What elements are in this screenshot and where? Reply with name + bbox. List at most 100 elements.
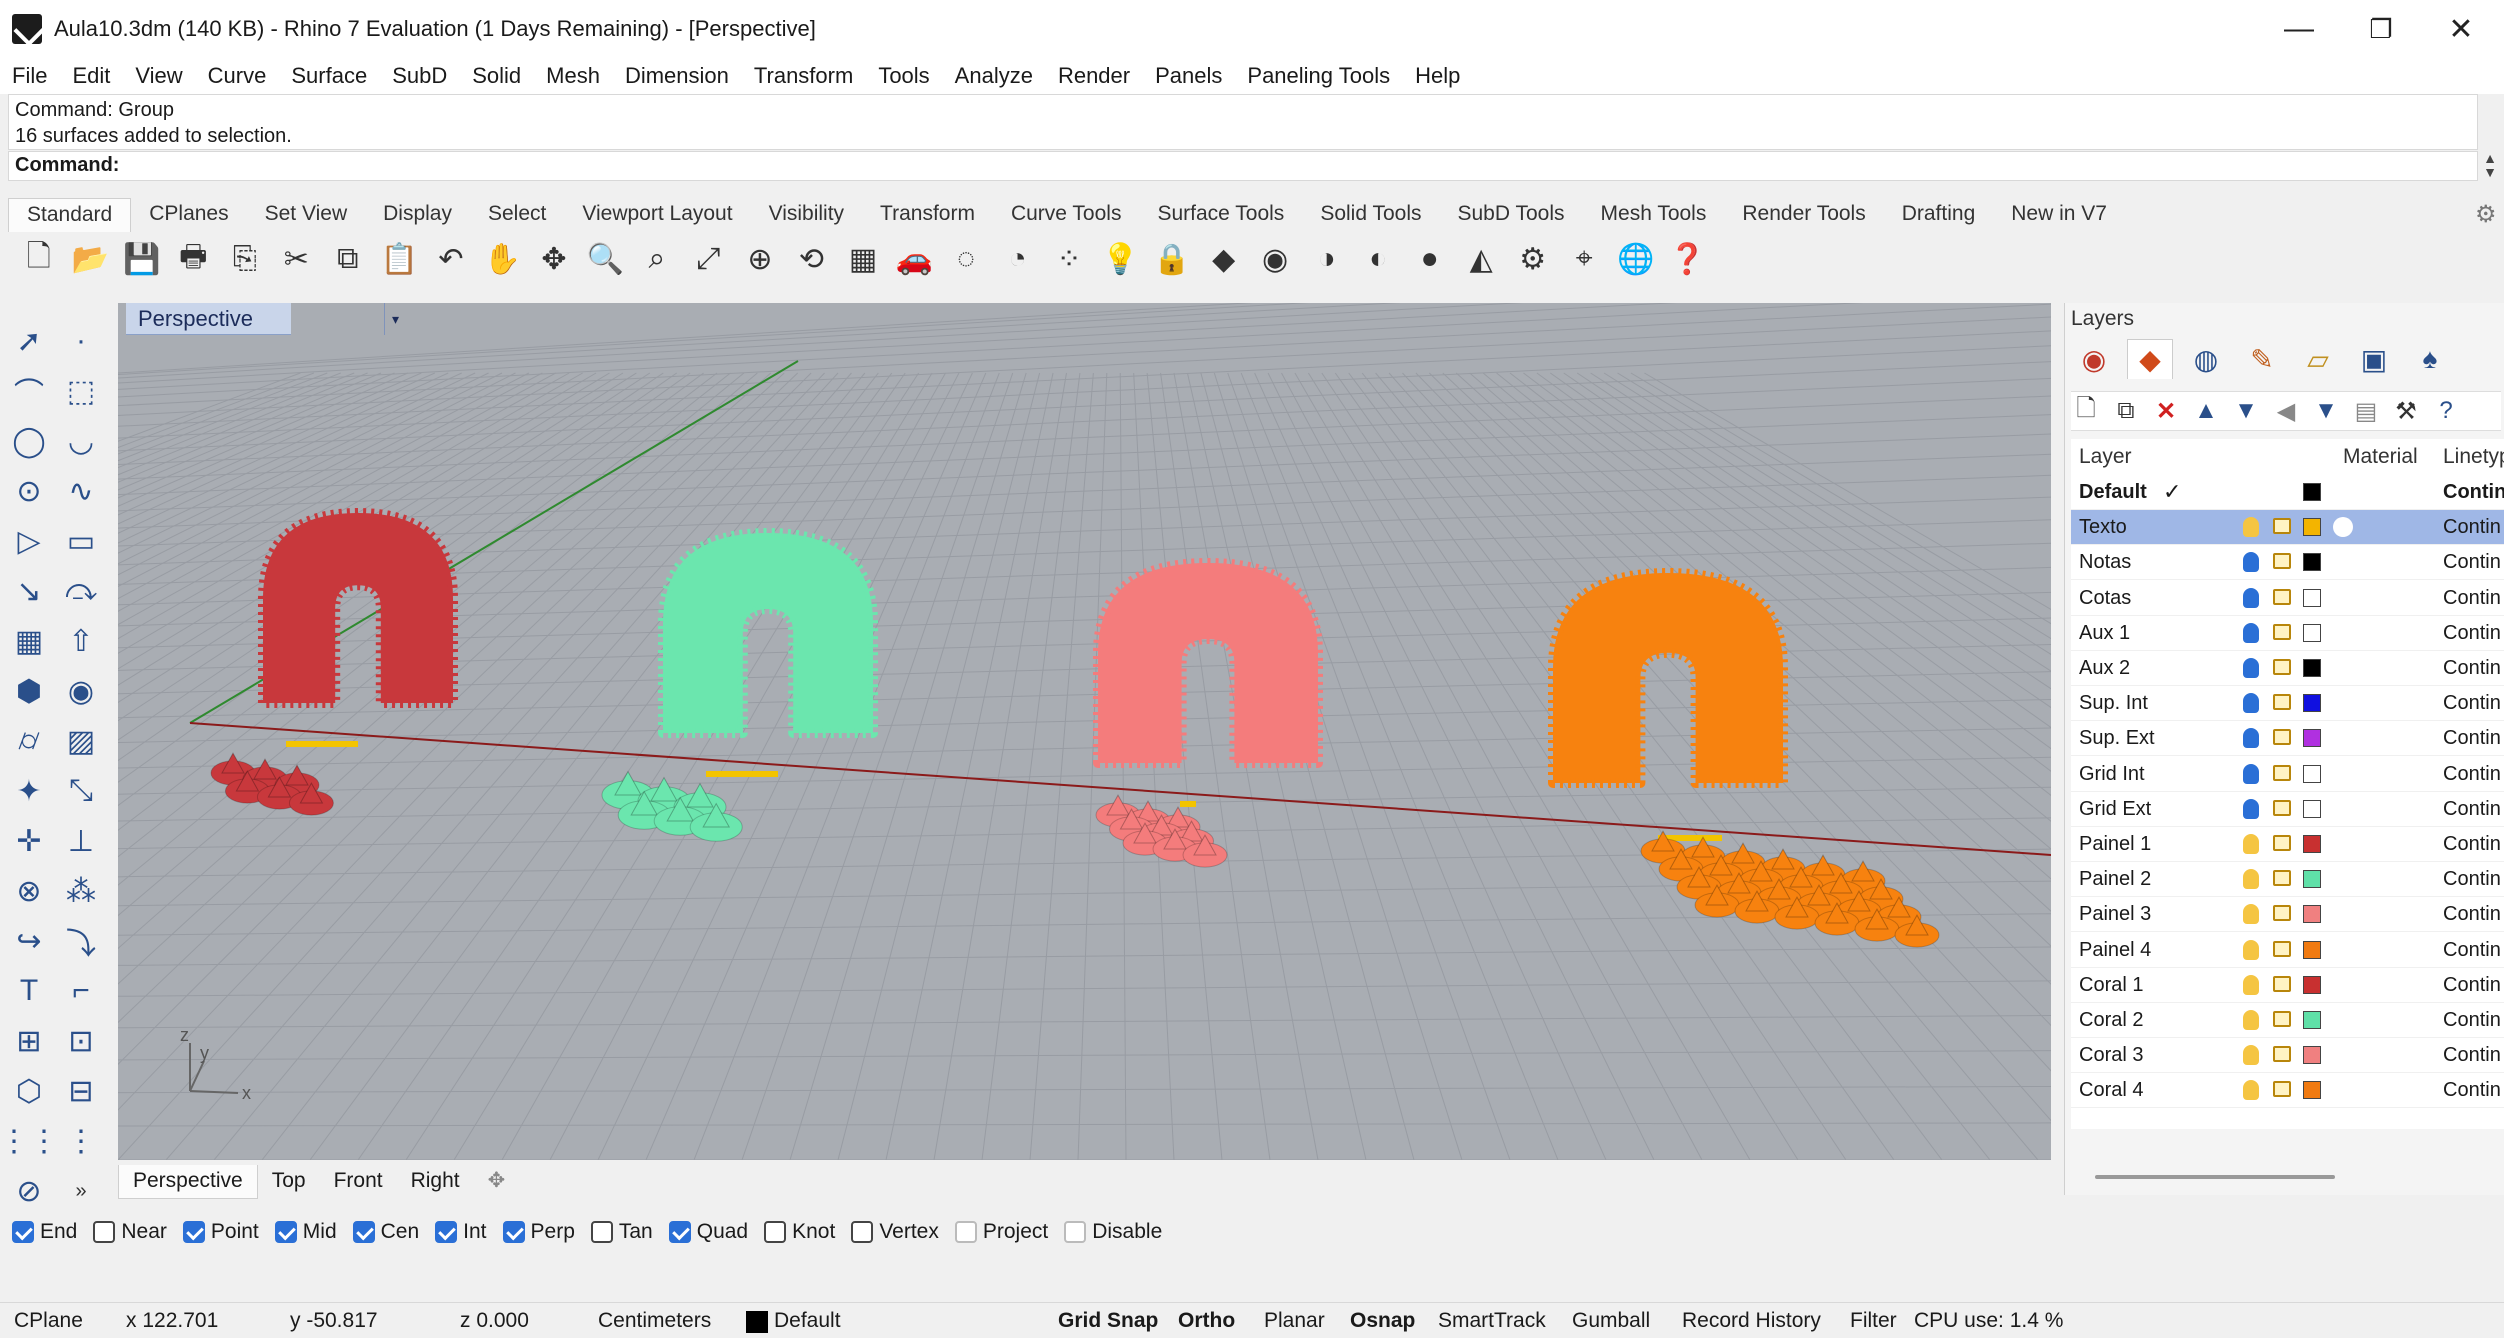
render-icon[interactable]: ⊟: [58, 1068, 104, 1114]
layer-row[interactable]: Painel 2 Contin: [2071, 862, 2504, 898]
ellipse-icon[interactable]: ⊙: [6, 468, 52, 514]
light-icon[interactable]: 💡: [1100, 238, 1142, 280]
lock-icon[interactable]: [2273, 905, 2291, 922]
osnap-checkbox[interactable]: [274, 1221, 297, 1243]
four-viewports-icon[interactable]: ▦: [842, 238, 884, 280]
tab-surface-tools[interactable]: Surface Tools: [1139, 198, 1302, 232]
osnap-mid[interactable]: Mid: [274, 1220, 337, 1244]
status-layer[interactable]: Default: [774, 1303, 841, 1338]
show-icon[interactable]: ◔: [997, 238, 1039, 280]
menu-item-tools[interactable]: Tools: [878, 63, 929, 89]
visibility-bulb-icon[interactable]: [2243, 552, 2259, 573]
layer-row[interactable]: Coral 3 Contin: [2071, 1038, 2504, 1074]
gear-icon[interactable]: ⚙: [2475, 200, 2497, 229]
layer-color-swatch[interactable]: [2303, 1011, 2321, 1029]
dimension-icon[interactable]: ⌖: [1563, 238, 1605, 280]
open-file-icon[interactable]: 📂: [70, 238, 112, 280]
viewport-tab-perspective[interactable]: Perspective: [118, 1165, 258, 1199]
add-viewport-icon[interactable]: ✥: [474, 1165, 520, 1199]
visibility-bulb-icon[interactable]: [2243, 1080, 2259, 1101]
layer-color-swatch[interactable]: [2303, 940, 2321, 959]
command-input[interactable]: Command:: [8, 151, 2478, 181]
zoom-extents-icon[interactable]: ⤢: [688, 238, 730, 280]
layer-linetype[interactable]: Contin: [2443, 545, 2501, 579]
new-sublayer-icon[interactable]: ⧉: [2111, 394, 2141, 428]
osnap-point[interactable]: Point: [182, 1220, 259, 1244]
layer-row[interactable]: Coral 4 Contin: [2071, 1073, 2504, 1109]
lock-icon[interactable]: [2273, 940, 2291, 957]
extrude-icon[interactable]: ⇧: [58, 618, 104, 664]
move-view-icon[interactable]: ✥: [533, 238, 575, 280]
layer-linetype[interactable]: Contin: [2443, 616, 2501, 650]
layer-color-swatch[interactable]: [2303, 764, 2321, 783]
osnap-end[interactable]: End: [12, 1220, 77, 1244]
perspective-viewport[interactable]: zy x Perspective ▾: [118, 303, 2051, 1160]
layer-linetype[interactable]: Contin: [2443, 581, 2501, 615]
lock-icon[interactable]: [2273, 659, 2291, 675]
osnap-checkbox[interactable]: [12, 1221, 34, 1243]
visibility-bulb-icon[interactable]: [2243, 1045, 2259, 1066]
close-button[interactable]: ✕: [2418, 0, 2504, 58]
osnap-checkbox[interactable]: [590, 1221, 613, 1243]
pan-icon[interactable]: ✋: [482, 238, 524, 280]
layer-linetype[interactable]: Contin: [2443, 721, 2501, 755]
visibility-bulb-icon[interactable]: [2243, 834, 2259, 854]
status-cplane[interactable]: CPlane: [14, 1303, 83, 1338]
tab-mesh-tools[interactable]: Mesh Tools: [1583, 198, 1725, 232]
select-icon[interactable]: ◭: [1460, 238, 1502, 280]
gumball-icon[interactable]: ✛: [6, 818, 52, 864]
linetype-column-header[interactable]: Linetyp: [2443, 439, 2504, 475]
command-scroll-icon[interactable]: ▲ ▼: [2480, 151, 2500, 181]
tab-set-view[interactable]: Set View: [247, 198, 366, 232]
osnap-project[interactable]: Project: [954, 1220, 1048, 1244]
layer-color-swatch[interactable]: [2303, 694, 2321, 713]
menu-item-panels[interactable]: Panels: [1155, 63, 1222, 89]
array-icon[interactable]: ⊡: [58, 1018, 104, 1064]
visibility-bulb-icon[interactable]: [2243, 939, 2259, 960]
dimension-icon[interactable]: ⌐: [58, 968, 104, 1014]
current-layer-check-icon[interactable]: ✓: [2163, 475, 2181, 509]
layer-color-swatch[interactable]: [2303, 975, 2321, 994]
tab-curve-tools[interactable]: Curve Tools: [993, 198, 1140, 232]
polyline-icon[interactable]: ⌒: [6, 368, 52, 414]
lock-icon[interactable]: 🔒: [1151, 238, 1193, 280]
layers-tab-icon[interactable]: ◆: [2127, 339, 2173, 379]
layer-linetype[interactable]: Contin: [2443, 1038, 2501, 1072]
materials-tab-icon[interactable]: ✎: [2239, 339, 2285, 379]
render-sphere-icon[interactable]: ●: [1409, 238, 1451, 280]
osnap-int[interactable]: Int: [435, 1220, 487, 1244]
libraries-tab-icon[interactable]: ▱: [2295, 339, 2341, 379]
layers-scrollbar[interactable]: [2095, 1175, 2335, 1179]
layer-color-swatch[interactable]: [2303, 518, 2321, 537]
layer-states-icon[interactable]: ▤: [2351, 394, 2381, 428]
lock-icon[interactable]: [2273, 553, 2291, 570]
visibility-bulb-icon[interactable]: [2243, 622, 2259, 643]
tab-select[interactable]: Select: [470, 198, 564, 232]
earth-icon[interactable]: 🌐: [1615, 238, 1657, 280]
environment-tab-icon[interactable]: ▣: [2351, 339, 2397, 379]
layer-row[interactable]: Aux 2 Contin: [2071, 651, 2504, 686]
osnap-knot[interactable]: Knot: [764, 1220, 835, 1244]
tab-standard[interactable]: Standard: [8, 198, 132, 232]
hide-icon[interactable]: ◌: [945, 238, 987, 280]
menu-item-file[interactable]: File: [12, 63, 47, 89]
layer-color-swatch[interactable]: [2303, 835, 2321, 853]
render-tab-icon[interactable]: ◍: [2183, 339, 2229, 379]
status-units[interactable]: Centimeters: [598, 1303, 711, 1338]
visibility-bulb-icon[interactable]: [2243, 869, 2259, 890]
tab-subd-tools[interactable]: SubD Tools: [1440, 198, 1583, 232]
layer-color-swatch[interactable]: [2303, 588, 2321, 607]
layer-color-swatch[interactable]: [2303, 553, 2321, 572]
tab-viewport-layout[interactable]: Viewport Layout: [564, 198, 750, 232]
menu-item-dimension[interactable]: Dimension: [625, 63, 729, 89]
visibility-bulb-icon[interactable]: [2243, 763, 2259, 784]
layer-color-swatch[interactable]: [2303, 799, 2321, 818]
zoom-window-icon[interactable]: ⌕: [636, 238, 678, 280]
filter-toggle[interactable]: Filter: [1850, 1303, 1897, 1338]
layer-color-swatch[interactable]: [2303, 1046, 2321, 1065]
box-icon[interactable]: ⬢: [6, 668, 52, 714]
help-icon[interactable]: ?: [2431, 394, 2461, 428]
spacing-icon[interactable]: ⋮: [58, 1118, 104, 1164]
osnap-vertex[interactable]: Vertex: [851, 1220, 939, 1244]
grid-snap-toggle[interactable]: Grid Snap: [1058, 1303, 1158, 1338]
